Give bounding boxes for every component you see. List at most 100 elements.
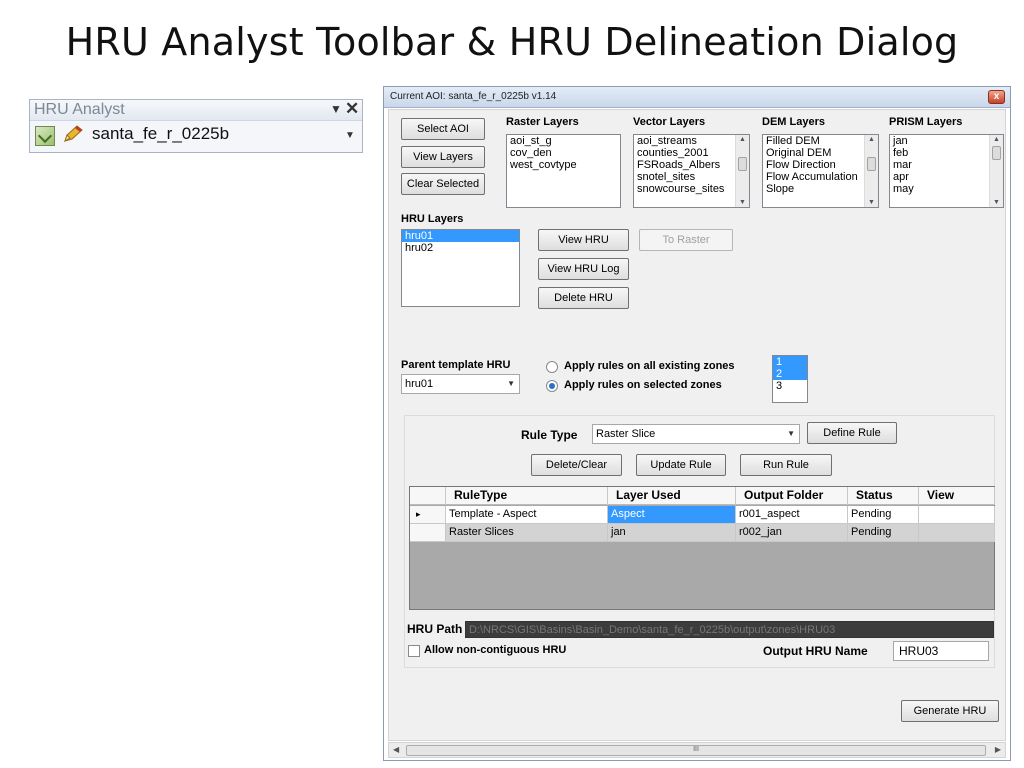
update-rule-button[interactable]: Update Rule	[636, 454, 726, 476]
list-item[interactable]: hru02	[402, 242, 519, 254]
prism-layers-scrollbar[interactable]: ▲ ▼	[989, 135, 1003, 207]
row-marker-icon[interactable]: ▸	[410, 506, 446, 524]
dem-layers-scrollbar[interactable]: ▲ ▼	[864, 135, 878, 207]
horizontal-scrollbar[interactable]: ◀ III ▶	[388, 742, 1006, 758]
list-item[interactable]: 1	[773, 356, 807, 368]
list-item[interactable]: mar	[890, 159, 1003, 171]
row-marker-icon[interactable]	[410, 524, 446, 542]
dem-layers-label: DEM Layers	[762, 116, 825, 128]
toolbar-title: HRU Analyst	[34, 101, 125, 118]
table-header: RuleType Layer Used Output Folder Status…	[410, 487, 995, 505]
list-item[interactable]: FSRoads_Albers	[634, 159, 749, 171]
list-item[interactable]: west_covtype	[507, 159, 620, 171]
run-rule-button[interactable]: Run Rule	[740, 454, 832, 476]
parent-template-label: Parent template HRU	[401, 359, 511, 371]
list-item[interactable]: aoi_streams	[634, 135, 749, 147]
view-hru-log-button[interactable]: View HRU Log	[538, 258, 629, 280]
delete-clear-button[interactable]: Delete/Clear	[531, 454, 622, 476]
list-item[interactable]: snotel_sites	[634, 171, 749, 183]
zones-list[interactable]: 1 2 3	[772, 355, 808, 403]
scroll-right-icon[interactable]: ▶	[995, 745, 1001, 754]
vector-layers-label: Vector Layers	[633, 116, 706, 128]
radio-selected-zones[interactable]	[546, 380, 558, 392]
column-header[interactable]: Status	[848, 487, 919, 505]
list-item[interactable]: Slope	[763, 183, 878, 195]
list-item[interactable]: Filled DEM	[763, 135, 878, 147]
rule-type-label: Rule Type	[521, 428, 578, 442]
vector-layers-list[interactable]: aoi_streams counties_2001 FSRoads_Albers…	[633, 134, 750, 208]
hru-layers-list[interactable]: hru01 hru02	[401, 229, 520, 307]
column-header[interactable]: Layer Used	[608, 487, 736, 505]
cell-layer-used[interactable]: jan	[608, 524, 736, 542]
toolbar-options-icon[interactable]: ▼	[330, 102, 342, 116]
view-hru-button[interactable]: View HRU	[538, 229, 629, 251]
prism-layers-list[interactable]: jan feb mar apr may ▲ ▼	[889, 134, 1004, 208]
radio-selected-zones-label: Apply rules on selected zones	[564, 379, 722, 391]
delete-hru-button[interactable]: Delete HRU	[538, 287, 629, 309]
aoi-dropdown-icon[interactable]: ▼	[345, 130, 355, 141]
generate-hru-button[interactable]: Generate HRU	[901, 700, 999, 722]
dialog-titlebar[interactable]: Current AOI: santa_fe_r_0225b v1.14 x	[384, 87, 1010, 108]
cell-status[interactable]: Pending	[848, 506, 919, 524]
parent-template-select[interactable]: hru01 ▼	[401, 374, 520, 394]
list-item[interactable]: 2	[773, 368, 807, 380]
radio-all-zones-label: Apply rules on all existing zones	[564, 360, 735, 372]
scroll-left-icon[interactable]: ◀	[393, 745, 399, 754]
cell-status[interactable]: Pending	[848, 524, 919, 542]
hru-delineation-dialog: Current AOI: santa_fe_r_0225b v1.14 x Se…	[383, 86, 1011, 761]
list-item[interactable]: counties_2001	[634, 147, 749, 159]
toolbar-close-icon[interactable]: ✕	[345, 99, 359, 119]
output-hru-name-label: Output HRU Name	[763, 644, 868, 658]
map-tool-icon[interactable]	[35, 126, 55, 146]
hru-path-label: HRU Path	[407, 622, 463, 636]
dialog-title: Current AOI: santa_fe_r_0225b v1.14	[390, 91, 557, 102]
cell-output-folder[interactable]: r001_aspect	[736, 506, 848, 524]
output-hru-name-input[interactable]: HRU03	[893, 641, 989, 661]
list-item[interactable]: Flow Direction	[763, 159, 878, 171]
raster-layers-list[interactable]: aoi_st_g cov_den west_covtype	[506, 134, 621, 208]
chevron-down-icon: ▼	[507, 379, 515, 388]
dialog-body: Select AOI View Layers Clear Selected Ra…	[388, 109, 1006, 741]
cell-layer-used[interactable]: Aspect	[608, 506, 736, 524]
vector-layers-scrollbar[interactable]: ▲ ▼	[735, 135, 749, 207]
list-item[interactable]: apr	[890, 171, 1003, 183]
pencil-edit-icon[interactable]	[62, 124, 84, 149]
list-item[interactable]: cov_den	[507, 147, 620, 159]
list-item[interactable]: hru01	[402, 230, 519, 242]
list-item[interactable]: feb	[890, 147, 1003, 159]
cell-rule-type[interactable]: Raster Slices	[446, 524, 608, 542]
toolbar-aoi-name[interactable]: santa_fe_r_0225b	[92, 124, 229, 144]
column-header[interactable]: RuleType	[446, 487, 608, 505]
list-item[interactable]: Original DEM	[763, 147, 878, 159]
hru-path-field[interactable]: D:\NRCS\GIS\Basins\Basin_Demo\santa_fe_r…	[465, 621, 994, 638]
cell-rule-type[interactable]: Template - Aspect	[446, 506, 608, 524]
define-rule-button[interactable]: Define Rule	[807, 422, 897, 444]
cell-output-folder[interactable]: r002_jan	[736, 524, 848, 542]
to-raster-button[interactable]: To Raster	[639, 229, 733, 251]
scroll-thumb[interactable]: III	[406, 745, 986, 756]
list-item[interactable]: 3	[773, 380, 807, 392]
table-row[interactable]: Raster Slices jan r002_jan Pending	[410, 524, 995, 542]
rule-type-value: Raster Slice	[596, 428, 656, 440]
list-item[interactable]: may	[890, 183, 1003, 195]
dem-layers-list[interactable]: Filled DEM Original DEM Flow Direction F…	[762, 134, 879, 208]
cell-view[interactable]	[919, 524, 995, 542]
cell-view[interactable]	[919, 506, 995, 524]
rules-table[interactable]: RuleType Layer Used Output Folder Status…	[409, 486, 995, 610]
view-layers-button[interactable]: View Layers	[401, 146, 485, 168]
column-header[interactable]: Output Folder	[736, 487, 848, 505]
radio-all-zones[interactable]	[546, 361, 558, 373]
list-item[interactable]: jan	[890, 135, 1003, 147]
hru-analyst-toolbar: HRU Analyst ▼ ✕ santa_fe_r_0225b ▼	[29, 99, 363, 153]
close-icon[interactable]: x	[988, 90, 1005, 104]
clear-selected-button[interactable]: Clear Selected	[401, 173, 485, 195]
table-row[interactable]: ▸ Template - Aspect Aspect r001_aspect P…	[410, 506, 995, 524]
rule-type-select[interactable]: Raster Slice ▼	[592, 424, 800, 444]
list-item[interactable]: aoi_st_g	[507, 135, 620, 147]
column-header[interactable]: View	[919, 487, 995, 505]
toolbar-titlebar[interactable]: HRU Analyst ▼ ✕	[30, 99, 362, 121]
list-item[interactable]: snowcourse_sites	[634, 183, 749, 195]
allow-noncontiguous-checkbox[interactable]	[408, 645, 420, 657]
list-item[interactable]: Flow Accumulation	[763, 171, 878, 183]
select-aoi-button[interactable]: Select AOI	[401, 118, 485, 140]
